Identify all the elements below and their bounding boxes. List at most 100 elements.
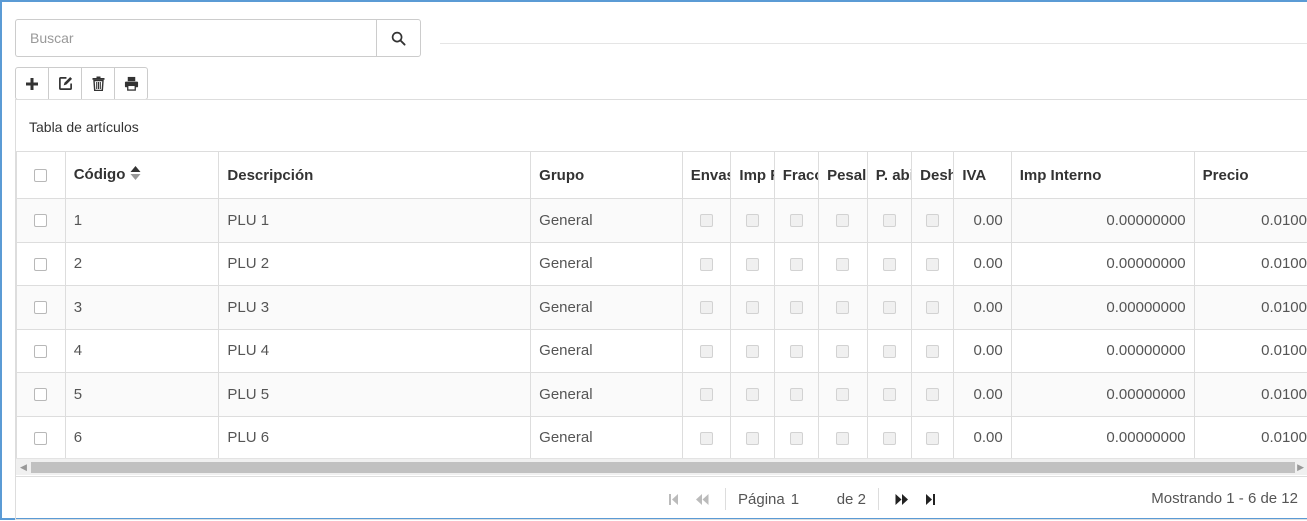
imp-f-checkbox-cell [731,286,774,330]
scrollbar-thumb[interactable] [31,462,1295,473]
search-button[interactable] [376,19,421,57]
pesal-checkbox [836,345,849,358]
grupo-cell: General [531,286,683,330]
imp-interno-cell: 0.00000000 [1011,373,1194,417]
imp-f-checkbox [746,432,759,445]
page-count-label: de 2 [837,491,866,508]
iva-cell: 0.00 [954,242,1011,286]
select-all-checkbox-cell[interactable] [17,152,66,199]
pager-divider [725,488,726,510]
envas-checkbox [700,258,713,271]
desh-checkbox-cell [912,286,954,330]
fracc-checkbox [790,432,803,445]
desh-checkbox [926,432,939,445]
table-footer: Página de 2 Mostrando 1 - 6 de 12 [16,476,1307,521]
imp-interno-cell: 0.00000000 [1011,286,1194,330]
codigo-cell: 2 [65,242,219,286]
pager: Página de 2 [663,486,941,512]
column-header-iva[interactable]: IVA [954,152,1011,199]
fracc-checkbox-cell [774,242,818,286]
envas-checkbox [700,301,713,314]
p-abi-checkbox-cell [867,329,911,373]
table-row[interactable]: 6PLU 6General0.000.000000000.0100 [17,416,1307,460]
envas-checkbox-cell [682,416,731,460]
edit-icon [58,76,73,91]
row-select-checkbox[interactable] [34,432,47,445]
descripcion-cell: PLU 6 [219,416,531,460]
add-button[interactable] [15,67,49,100]
next-page-icon[interactable] [891,488,913,510]
row-select-checkbox[interactable] [34,388,47,401]
descripcion-cell: PLU 4 [219,329,531,373]
column-header-imp-f[interactable]: Imp F [731,152,774,199]
search-input[interactable] [15,19,376,57]
column-header-grupo[interactable]: Grupo [531,152,683,199]
table-row[interactable]: 3PLU 3General0.000.000000000.0100 [17,286,1307,330]
fracc-checkbox-cell [774,373,818,417]
row-select-checkbox-cell [17,416,66,460]
column-header-desh[interactable]: Desh [912,152,954,199]
scroll-left-icon[interactable]: ◀ [20,462,27,473]
column-header-envas[interactable]: Envas [682,152,731,199]
page-number-input[interactable] [785,491,837,508]
print-button[interactable] [114,67,148,100]
horizontal-scrollbar[interactable]: ◀ ▶ [16,458,1307,475]
iva-cell: 0.00 [954,199,1011,243]
descripcion-cell: PLU 3 [219,286,531,330]
table-row[interactable]: 5PLU 5General0.000.000000000.0100 [17,373,1307,417]
column-header-imp-interno[interactable]: Imp Interno [1011,152,1194,199]
envas-checkbox-cell [682,242,731,286]
desh-checkbox [926,301,939,314]
fracc-checkbox [790,345,803,358]
envas-checkbox [700,432,713,445]
p-abi-checkbox [883,345,896,358]
envas-checkbox [700,214,713,227]
p-abi-checkbox [883,214,896,227]
envas-checkbox-cell [682,329,731,373]
envas-checkbox-cell [682,373,731,417]
codigo-cell: 5 [65,373,219,417]
table-row[interactable]: 2PLU 2General0.000.000000000.0100 [17,242,1307,286]
pesal-checkbox [836,214,849,227]
column-header-p-abi[interactable]: P. abi [867,152,911,199]
column-header-descripcion[interactable]: Descripción [219,152,531,199]
table-row[interactable]: 1PLU 1General0.000.000000000.0100 [17,199,1307,243]
fracc-checkbox [790,388,803,401]
imp-interno-cell: 0.00000000 [1011,329,1194,373]
scroll-right-icon[interactable]: ▶ [1297,462,1304,473]
pesal-checkbox-cell [819,329,868,373]
column-header-pesal[interactable]: Pesal [819,152,868,199]
last-page-icon[interactable] [919,488,941,510]
select-all-checkbox[interactable] [34,169,47,182]
imp-f-checkbox-cell [731,329,774,373]
grupo-cell: General [531,416,683,460]
print-icon [124,76,139,91]
row-select-checkbox[interactable] [34,258,47,271]
column-header-precio[interactable]: Precio [1194,152,1307,199]
previous-page-icon[interactable] [691,488,713,510]
table-scroll-area: Código Descripción Grupo Envas Imp F Fra… [16,151,1307,461]
row-select-checkbox[interactable] [34,214,47,227]
column-header-fracc[interactable]: Fracc [774,152,818,199]
table-row[interactable]: 4PLU 4General0.000.000000000.0100 [17,329,1307,373]
sort-icon[interactable] [130,166,141,184]
desh-checkbox-cell [912,199,954,243]
delete-button[interactable] [81,67,115,100]
pesal-checkbox-cell [819,242,868,286]
row-select-checkbox[interactable] [34,301,47,314]
row-select-checkbox[interactable] [34,345,47,358]
pesal-checkbox-cell [819,416,868,460]
trash-icon [92,76,105,91]
first-page-icon[interactable] [663,488,685,510]
iva-cell: 0.00 [954,373,1011,417]
desh-checkbox [926,214,939,227]
imp-interno-cell: 0.00000000 [1011,242,1194,286]
column-header-codigo[interactable]: Código [65,152,219,199]
fracc-checkbox-cell [774,199,818,243]
imp-f-checkbox-cell [731,242,774,286]
envas-checkbox [700,388,713,401]
descripcion-cell: PLU 1 [219,199,531,243]
row-select-checkbox-cell [17,329,66,373]
codigo-cell: 6 [65,416,219,460]
edit-button[interactable] [48,67,82,100]
